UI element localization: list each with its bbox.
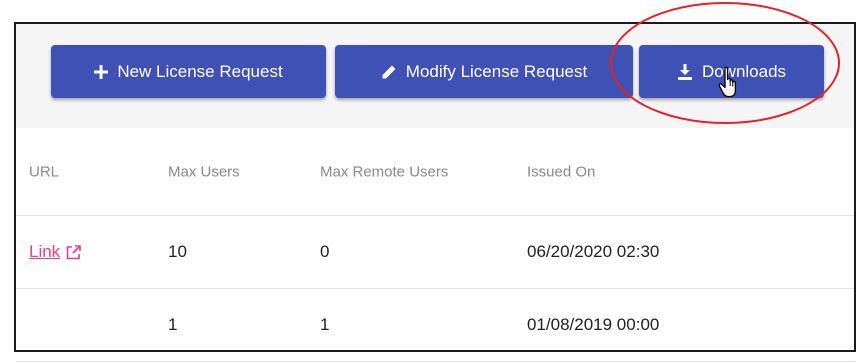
issued-on-cell: 01/08/2019 00:00	[527, 315, 660, 334]
license-panel: New License Request Modify License Reque…	[14, 22, 856, 362]
column-header-issued-on[interactable]: Issued On	[527, 163, 595, 180]
column-header-url[interactable]: URL	[29, 163, 59, 180]
table-row: Link 10 0 06/20/2020 02:30	[16, 216, 854, 289]
max-remote-users-cell: 1	[320, 315, 330, 334]
modify-license-request-button[interactable]: Modify License Request	[335, 45, 633, 98]
modify-license-request-label: Modify License Request	[405, 61, 588, 81]
downloads-label: Downloads	[701, 61, 787, 81]
pencil-icon	[381, 64, 397, 80]
new-license-request-label: New License Request	[117, 61, 283, 81]
license-link[interactable]: Link	[29, 242, 81, 262]
column-header-max-users[interactable]: Max Users	[168, 163, 240, 180]
max-users-cell: 1	[168, 315, 178, 334]
issued-on-cell: 06/20/2020 02:30	[527, 242, 660, 261]
external-link-icon	[66, 244, 81, 259]
toolbar: New License Request Modify License Reque…	[16, 24, 854, 128]
plus-icon	[94, 64, 109, 79]
downloads-button[interactable]: Downloads	[639, 45, 824, 98]
max-users-cell: 10	[168, 242, 187, 261]
new-license-request-button[interactable]: New License Request	[51, 45, 326, 98]
table-header-row: URL Max Users Max Remote Users Issued On	[16, 128, 854, 216]
column-header-max-remote-users[interactable]: Max Remote Users	[320, 163, 448, 180]
max-remote-users-cell: 0	[320, 242, 330, 261]
table-row: 1 1 01/08/2019 00:00	[16, 289, 854, 362]
download-icon	[677, 63, 693, 80]
license-table: URL Max Users Max Remote Users Issued On…	[16, 128, 854, 362]
license-link-label: Link	[29, 242, 61, 261]
